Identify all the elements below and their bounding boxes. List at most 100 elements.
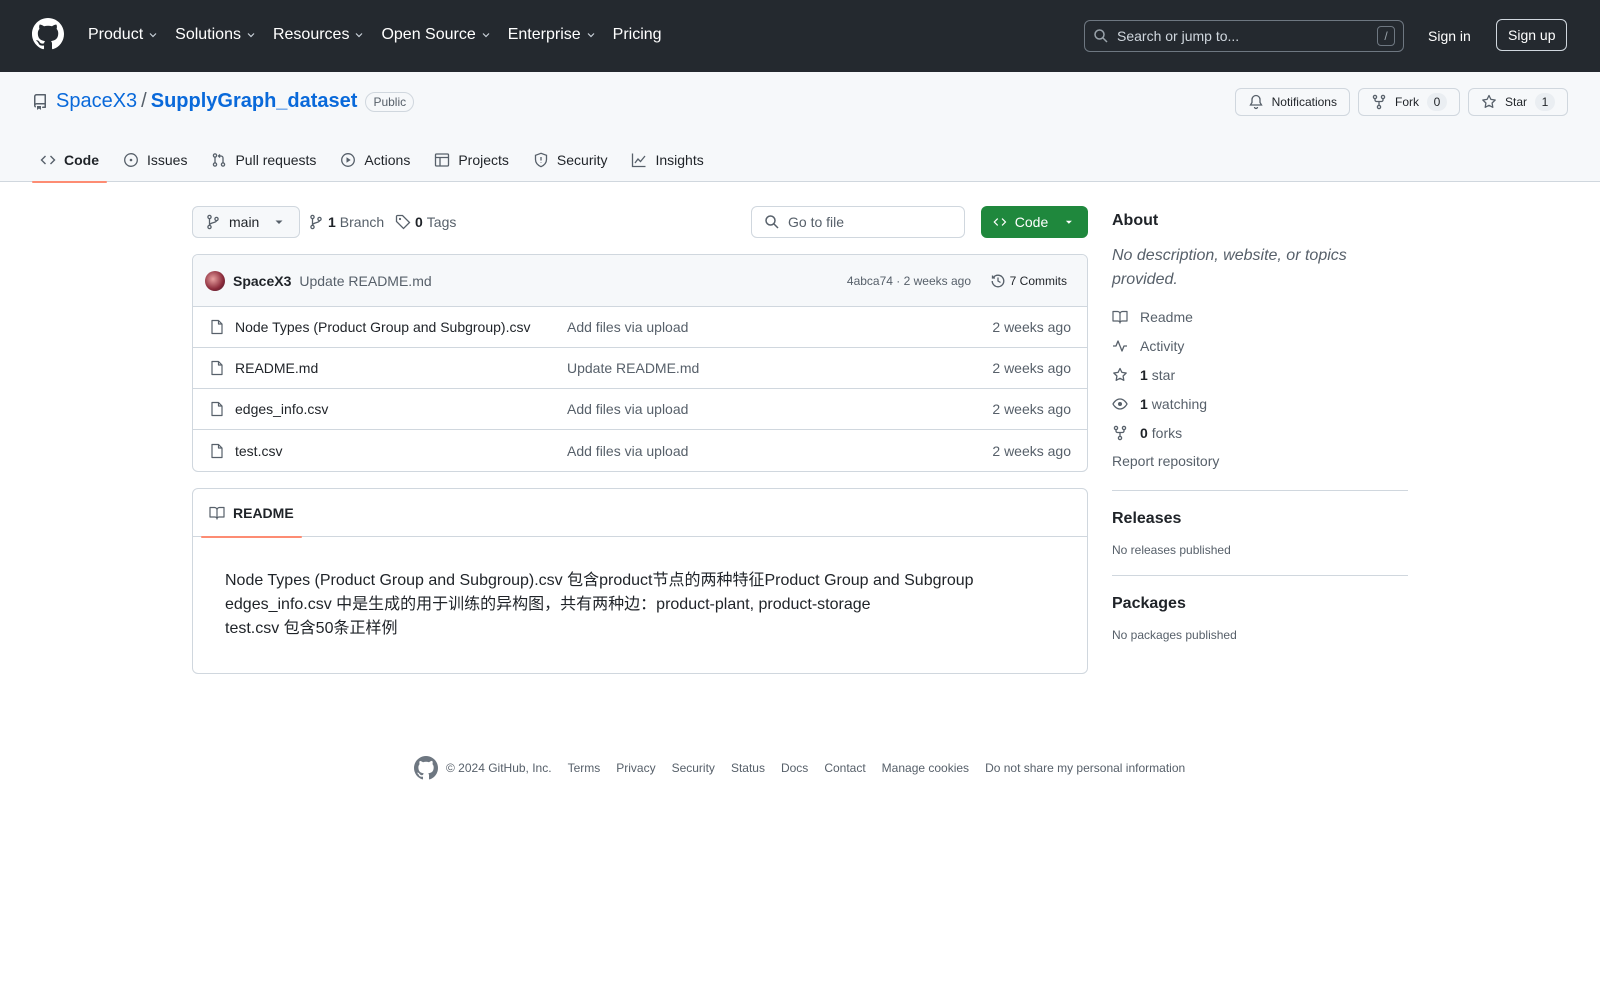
branches-link[interactable]: 1 Branch	[308, 206, 384, 238]
releases-heading[interactable]: Releases	[1112, 507, 1408, 531]
pull-request-icon	[213, 153, 226, 167]
file-icon	[211, 401, 223, 417]
readme-header: README	[193, 489, 1087, 538]
footer-link-contact[interactable]: Contact	[824, 761, 865, 775]
file-date: 2 weeks ago	[992, 442, 1071, 459]
notifications-label: Notifications	[1271, 95, 1337, 109]
readme-link-label: Readme	[1140, 308, 1193, 325]
packages-heading[interactable]: Packages	[1112, 592, 1408, 616]
divider	[1112, 575, 1408, 576]
tab-actions[interactable]: Actions	[332, 138, 418, 182]
avatar[interactable]	[205, 270, 225, 291]
file-name[interactable]: test.csv	[235, 443, 282, 459]
footer-link-do-not-share[interactable]: Do not share my personal information	[985, 761, 1185, 775]
nav-open-source[interactable]: Open Source	[373, 22, 499, 48]
repo-separator: /	[141, 90, 147, 112]
go-to-file-input[interactable]: Go to file	[751, 206, 965, 238]
branch-selector[interactable]: main	[192, 206, 301, 238]
table-row[interactable]: edges_info.csv Add files via upload 2 we…	[193, 389, 1087, 430]
footer-link-security[interactable]: Security	[672, 761, 715, 775]
tab-issues[interactable]: Issues	[115, 138, 195, 182]
nav-solutions[interactable]: Solutions	[167, 22, 265, 48]
file-list: SpaceX3 Update README.md 4abca74 · 2 wee…	[192, 254, 1088, 472]
global-nav: Product Solutions Resources Open Source …	[80, 22, 670, 48]
go-to-file-placeholder: Go to file	[788, 214, 845, 230]
readme-line: test.csv 包含50条正样例	[225, 620, 398, 637]
commit-author[interactable]: SpaceX3	[233, 273, 291, 289]
branch-name: main	[229, 214, 260, 230]
commit-message[interactable]: Update README.md	[299, 273, 431, 289]
sign-in-link[interactable]: Sign in	[1418, 24, 1481, 48]
tag-count: 0	[415, 214, 423, 230]
book-icon	[1112, 310, 1128, 324]
packages-empty: No packages published	[1112, 628, 1237, 642]
fork-label: Fork	[1394, 95, 1419, 109]
nav-resources[interactable]: Resources	[265, 22, 373, 48]
pulse-icon	[1113, 339, 1127, 352]
footer-link-docs[interactable]: Docs	[781, 761, 808, 775]
activity-link-label: Activity	[1140, 337, 1185, 354]
issue-icon	[124, 153, 138, 167]
sign-up-button[interactable]: Sign up	[1496, 19, 1568, 51]
code-button-label: Code	[1014, 214, 1049, 230]
watching-link[interactable]: 1 watching	[1112, 389, 1408, 418]
fork-icon	[1113, 425, 1127, 440]
book-icon	[209, 506, 225, 520]
tab-insights-label: Insights	[655, 152, 704, 168]
footer-link-terms[interactable]: Terms	[568, 761, 601, 775]
repo-actions: Notifications Fork 0 Star 1	[1234, 88, 1568, 116]
tags-link[interactable]: 0 Tags	[395, 206, 456, 238]
watching-count: 1	[1140, 395, 1148, 412]
nav-enterprise[interactable]: Enterprise	[500, 22, 605, 48]
report-repository-link[interactable]: Report repository	[1112, 447, 1408, 476]
activity-link[interactable]: Activity	[1112, 331, 1408, 360]
tab-pull-requests[interactable]: Pull requests	[203, 138, 324, 182]
repo-owner-link[interactable]: SpaceX3	[56, 90, 137, 113]
readme-link[interactable]: Readme	[1112, 302, 1408, 331]
notifications-button[interactable]: Notifications	[1234, 88, 1350, 116]
file-commit-message[interactable]: Add files via upload	[567, 319, 688, 335]
readme-tab-label: README	[233, 505, 294, 521]
table-row[interactable]: README.md Update README.md 2 weeks ago	[193, 348, 1087, 389]
fork-button[interactable]: Fork 0	[1357, 88, 1460, 116]
file-name[interactable]: edges_info.csv	[235, 401, 328, 417]
tab-code[interactable]: Code	[32, 138, 107, 183]
forks-link[interactable]: 0 forks	[1112, 418, 1408, 447]
tab-security[interactable]: Security	[525, 138, 616, 182]
tag-icon	[395, 214, 411, 230]
nav-open-source-label: Open Source	[381, 26, 476, 43]
file-commit-message[interactable]: Add files via upload	[567, 443, 688, 459]
fork-icon	[1372, 94, 1386, 110]
code-icon	[40, 155, 56, 165]
file-name[interactable]: Node Types (Product Group and Subgroup).…	[235, 319, 530, 335]
tab-actions-label: Actions	[364, 152, 411, 168]
nav-pricing[interactable]: Pricing	[605, 22, 670, 48]
about-description: No description, website, or topics provi…	[1112, 247, 1347, 288]
tab-insights[interactable]: Insights	[623, 138, 711, 182]
footer-link-privacy[interactable]: Privacy	[616, 761, 655, 775]
file-commit-message[interactable]: Update README.md	[567, 360, 699, 376]
repo-sidebar: About No description, website, or topics…	[1112, 206, 1408, 646]
file-commit-message[interactable]: Add files via upload	[567, 401, 688, 417]
search-input[interactable]: Search or jump to... /	[1084, 20, 1404, 52]
github-logo-icon[interactable]	[414, 756, 438, 780]
file-toolbar: main 1 Branch 0 Tags Go to file Code	[192, 206, 1088, 238]
nav-product[interactable]: Product	[80, 22, 167, 48]
stars-link[interactable]: 1 star	[1112, 360, 1408, 389]
file-date: 2 weeks ago	[992, 319, 1071, 335]
repo-name-link[interactable]: SupplyGraph_dataset	[151, 90, 358, 113]
commit-hash-time[interactable]: 4abca74 · 2 weeks ago	[847, 274, 971, 288]
table-row[interactable]: test.csv Add files via upload 2 weeks ag…	[193, 430, 1087, 471]
star-button[interactable]: Star 1	[1467, 88, 1568, 116]
eye-icon	[1112, 397, 1128, 410]
code-button[interactable]: Code	[981, 206, 1088, 238]
readme-tab[interactable]: README	[201, 489, 302, 538]
branch-count: 1	[328, 214, 336, 230]
footer-link-status[interactable]: Status	[731, 761, 765, 775]
commits-history-link[interactable]: 7 Commits	[990, 273, 1067, 289]
file-name[interactable]: README.md	[235, 360, 318, 376]
tab-projects[interactable]: Projects	[426, 138, 517, 182]
table-row[interactable]: Node Types (Product Group and Subgroup).…	[193, 307, 1087, 348]
footer-link-manage-cookies[interactable]: Manage cookies	[882, 761, 969, 775]
github-logo-icon[interactable]	[32, 18, 64, 50]
